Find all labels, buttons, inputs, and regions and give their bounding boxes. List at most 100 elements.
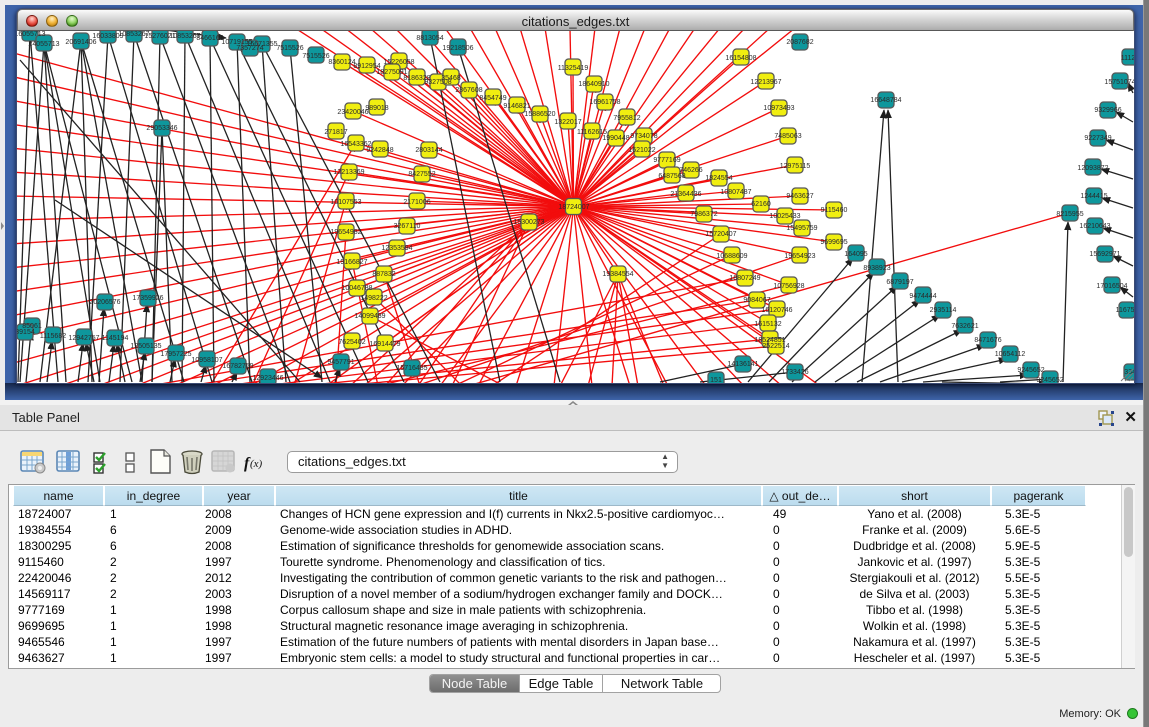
svg-text:18640910: 18640910 bbox=[578, 81, 609, 88]
svg-text:15751074: 15751074 bbox=[1104, 79, 1134, 86]
svg-text:12093872: 12093872 bbox=[1077, 165, 1108, 172]
svg-text:989018: 989018 bbox=[365, 105, 388, 112]
svg-text:12353594: 12353594 bbox=[381, 245, 412, 252]
svg-text:7986372: 7986372 bbox=[690, 211, 717, 218]
svg-text:1990448: 1990448 bbox=[602, 135, 629, 142]
svg-text:151: 151 bbox=[710, 377, 722, 383]
svg-text:10958107: 10958107 bbox=[191, 357, 222, 364]
svg-text:9777169: 9777169 bbox=[653, 157, 680, 164]
svg-text:12505135: 12505135 bbox=[130, 343, 161, 350]
svg-text:(x): (x) bbox=[250, 458, 263, 470]
svg-text:10107553: 10107553 bbox=[330, 199, 361, 206]
svg-text:23420046: 23420046 bbox=[337, 109, 368, 116]
svg-text:19384554: 19384554 bbox=[602, 271, 633, 278]
svg-text:10756928: 10756928 bbox=[773, 283, 804, 290]
svg-text:1115682: 1115682 bbox=[40, 333, 66, 340]
svg-text:6879197: 6879197 bbox=[886, 279, 913, 286]
svg-text:16961758: 16961758 bbox=[589, 99, 620, 106]
svg-text:9457791: 9457791 bbox=[327, 359, 354, 366]
svg-text:8360124: 8360124 bbox=[328, 59, 355, 66]
svg-text:17016504: 17016504 bbox=[1096, 283, 1127, 290]
svg-text:116753: 116753 bbox=[1116, 307, 1134, 314]
svg-text:9245652: 9245652 bbox=[1017, 367, 1044, 374]
svg-text:8427552: 8427552 bbox=[408, 171, 435, 178]
svg-text:12213967: 12213967 bbox=[750, 79, 781, 86]
svg-text:1621022: 1621022 bbox=[628, 147, 655, 154]
svg-text:10025433: 10025433 bbox=[769, 213, 800, 220]
svg-text:164095: 164095 bbox=[844, 251, 867, 258]
svg-text:10046788: 10046788 bbox=[341, 285, 372, 292]
svg-text:1824554: 1824554 bbox=[705, 175, 732, 182]
svg-text:7625402: 7625402 bbox=[338, 339, 365, 346]
svg-text:8938923: 8938923 bbox=[863, 265, 890, 272]
svg-text:8454749: 8454749 bbox=[479, 95, 506, 102]
svg-text:14136141: 14136141 bbox=[727, 361, 758, 368]
svg-text:1733426: 1733426 bbox=[781, 369, 808, 376]
svg-text:10973493: 10973493 bbox=[763, 105, 794, 112]
svg-text:21364436: 21364436 bbox=[670, 191, 701, 198]
svg-text:9329966: 9329966 bbox=[1094, 107, 1121, 114]
svg-text:7515526: 7515526 bbox=[302, 53, 329, 60]
svg-text:7955812: 7955812 bbox=[613, 115, 640, 122]
svg-text:15692971: 15692971 bbox=[1089, 251, 1120, 258]
svg-text:7515526: 7515526 bbox=[276, 45, 303, 52]
svg-text:19218506: 19218506 bbox=[442, 45, 473, 52]
svg-text:9474444: 9474444 bbox=[909, 293, 936, 300]
svg-text:17359926: 17359926 bbox=[132, 295, 163, 302]
svg-text:17957225: 17957225 bbox=[160, 351, 191, 358]
svg-text:11124: 11124 bbox=[1121, 55, 1134, 62]
svg-text:20206576: 20206576 bbox=[89, 299, 120, 306]
svg-text:14099489: 14099489 bbox=[354, 313, 385, 320]
svg-text:1244415: 1244415 bbox=[1080, 193, 1107, 200]
svg-text:12975115: 12975115 bbox=[780, 163, 811, 170]
svg-text:62160: 62160 bbox=[751, 201, 771, 208]
svg-text:7357274: 7357274 bbox=[236, 45, 263, 52]
svg-text:8471676: 8471676 bbox=[974, 337, 1001, 344]
svg-text:9227349: 9227349 bbox=[1084, 135, 1111, 142]
svg-text:8215955: 8215955 bbox=[1056, 211, 1083, 218]
svg-text:10807487: 10807487 bbox=[720, 189, 751, 196]
svg-text:15226058: 15226058 bbox=[383, 59, 414, 66]
svg-text:29053346: 29053346 bbox=[146, 125, 177, 132]
svg-text:9463627: 9463627 bbox=[786, 193, 813, 200]
svg-text:2803144: 2803144 bbox=[415, 147, 442, 154]
svg-text:15300273: 15300273 bbox=[513, 219, 544, 226]
svg-text:3267110: 3267110 bbox=[394, 223, 421, 230]
svg-text:20691406: 20691406 bbox=[65, 39, 96, 46]
svg-text:9734078: 9734078 bbox=[630, 133, 657, 140]
svg-text:9115460: 9115460 bbox=[821, 207, 848, 214]
svg-text:19166827: 19166827 bbox=[336, 259, 367, 266]
svg-text:39154: 39154 bbox=[17, 329, 35, 336]
svg-text:6487568: 6487568 bbox=[658, 173, 685, 180]
svg-text:16782759: 16782759 bbox=[222, 363, 253, 370]
svg-text:1615132: 1615132 bbox=[754, 321, 781, 328]
svg-text:8813054: 8813054 bbox=[416, 35, 443, 42]
svg-text:2522514: 2522514 bbox=[762, 343, 789, 350]
svg-text:11325419: 11325419 bbox=[558, 65, 589, 72]
svg-text:10688609: 10688609 bbox=[716, 253, 747, 260]
svg-text:12923446: 12923446 bbox=[252, 375, 283, 382]
svg-text:2935114: 2935114 bbox=[930, 307, 957, 314]
svg-text:18724007: 18724007 bbox=[558, 204, 589, 211]
svg-text:12213369: 12213369 bbox=[333, 169, 364, 176]
svg-text:2087682: 2087682 bbox=[786, 39, 813, 46]
svg-text:8466160: 8466160 bbox=[196, 35, 223, 42]
svg-text:18807249: 18807249 bbox=[729, 275, 760, 282]
svg-text:15495759: 15495759 bbox=[786, 225, 817, 232]
svg-text:1322017: 1322017 bbox=[554, 119, 581, 126]
svg-text:16154808: 16154808 bbox=[725, 55, 756, 62]
svg-text:9245652: 9245652 bbox=[1036, 377, 1063, 383]
svg-text:12942757: 12942757 bbox=[68, 335, 99, 342]
svg-text:2867608: 2867608 bbox=[455, 87, 482, 94]
svg-text:19654923: 19654923 bbox=[784, 253, 815, 260]
svg-text:7485063: 7485063 bbox=[774, 133, 801, 140]
svg-text:24055713: 24055713 bbox=[28, 41, 59, 48]
svg-text:16648784: 16648784 bbox=[870, 97, 901, 104]
svg-text:10654112: 10654112 bbox=[995, 351, 1026, 358]
svg-text:1145194: 1145194 bbox=[102, 335, 129, 342]
svg-text:16914479: 16914479 bbox=[369, 341, 400, 348]
svg-text:271817: 271817 bbox=[324, 129, 347, 136]
svg-text:9242848: 9242848 bbox=[366, 147, 393, 154]
svg-text:9084067: 9084067 bbox=[743, 297, 770, 304]
svg-text:9699695: 9699695 bbox=[820, 239, 847, 246]
